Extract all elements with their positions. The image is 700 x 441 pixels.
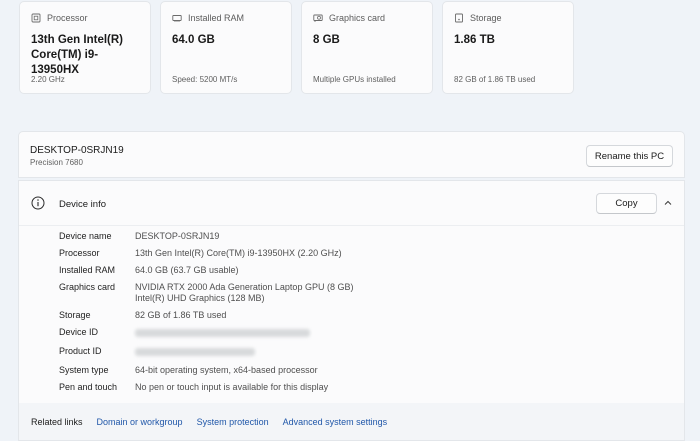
spec-value: 13th Gen Intel(R) Core(TM) i9-13950HX [31,34,124,76]
pc-name: DESKTOP-0SRJN19 [30,145,124,156]
chevron-up-icon[interactable] [663,198,673,208]
related-links-bar: Related links Domain or workgroup System… [18,403,685,441]
pc-model: Precision 7680 [30,158,83,167]
info-key: Device name [59,231,112,241]
spec-label: Graphics card [329,13,386,23]
related-links-label: Related links [31,416,83,427]
info-icon [31,196,45,210]
info-row-graphics-card: Graphics card NVIDIA RTX 2000 Ada Genera… [59,282,659,304]
info-row-product-id: Product ID [59,346,659,359]
graphics-card-card: Graphics card 8 GB Multiple GPUs install… [301,1,433,94]
info-key: Storage [59,310,91,320]
storage-card: Storage 1.86 TB 82 GB of 1.86 TB used [442,1,574,94]
info-key: Device ID [59,327,99,337]
info-row-system-type: System type 64-bit operating system, x64… [59,365,659,376]
spec-label: Processor [47,13,88,23]
info-key: System type [59,365,109,375]
device-info-title: Device info [59,199,106,210]
info-row-device-id: Device ID [59,327,659,340]
info-row-storage: Storage 82 GB of 1.86 TB used [59,310,659,321]
processor-card: Processor 13th Gen Intel(R) Core(TM) i9-… [19,1,151,94]
spec-label: Storage [470,13,502,23]
ram-icon [172,15,182,22]
pc-name-card: DESKTOP-0SRJN19 Precision 7680 Rename th… [18,131,685,178]
redacted-product-id [135,348,255,356]
spec-value: 8 GB [313,34,340,46]
copy-button[interactable]: Copy [596,193,657,214]
info-key: Product ID [59,346,102,356]
spec-subtext: 2.20 GHz [31,75,65,84]
info-value: 13th Gen Intel(R) Core(TM) i9-13950HX (2… [135,248,342,258]
redacted-device-id [135,329,310,337]
spec-value: 64.0 GB [172,34,215,46]
info-value: Intel(R) UHD Graphics (128 MB) [135,293,265,303]
link-system-protection[interactable]: System protection [197,417,269,427]
info-value: 82 GB of 1.86 TB used [135,310,227,320]
info-key: Graphics card [59,282,116,292]
info-value: 64-bit operating system, x64-based proce… [135,365,318,375]
ram-card: Installed RAM 64.0 GB Speed: 5200 MT/s [160,1,292,94]
info-value: NVIDIA RTX 2000 Ada Generation Laptop GP… [135,282,354,292]
info-key: Pen and touch [59,382,118,392]
device-info-header[interactable]: Device info Copy [19,181,684,226]
info-row-installed-ram: Installed RAM 64.0 GB (63.7 GB usable) [59,265,659,276]
device-info-table: Device name DESKTOP-0SRJN19 Processor 13… [59,231,659,399]
info-key: Installed RAM [59,265,116,275]
link-advanced-system-settings[interactable]: Advanced system settings [283,417,388,427]
spec-value: 1.86 TB [454,34,495,46]
info-row-device-name: Device name DESKTOP-0SRJN19 [59,231,659,242]
info-key: Processor [59,248,100,258]
info-value: 64.0 GB (63.7 GB usable) [135,265,239,275]
rename-pc-button[interactable]: Rename this PC [586,145,673,167]
graphics-card-icon [313,14,323,22]
spec-subtext: Multiple GPUs installed [313,75,396,84]
info-value: No pen or touch input is available for t… [135,382,329,392]
info-row-processor: Processor 13th Gen Intel(R) Core(TM) i9-… [59,248,659,259]
spec-subtext: 82 GB of 1.86 TB used [454,75,536,84]
processor-icon [31,13,41,23]
info-value: DESKTOP-0SRJN19 [135,231,220,241]
info-row-pen-touch: Pen and touch No pen or touch input is a… [59,382,659,393]
storage-icon [455,13,463,23]
spec-label: Installed RAM [188,13,245,23]
spec-subtext: Speed: 5200 MT/s [172,75,238,84]
link-domain-workgroup[interactable]: Domain or workgroup [97,417,183,427]
device-info-section: Device info Copy Device name DESKTOP-0SR… [18,180,685,441]
